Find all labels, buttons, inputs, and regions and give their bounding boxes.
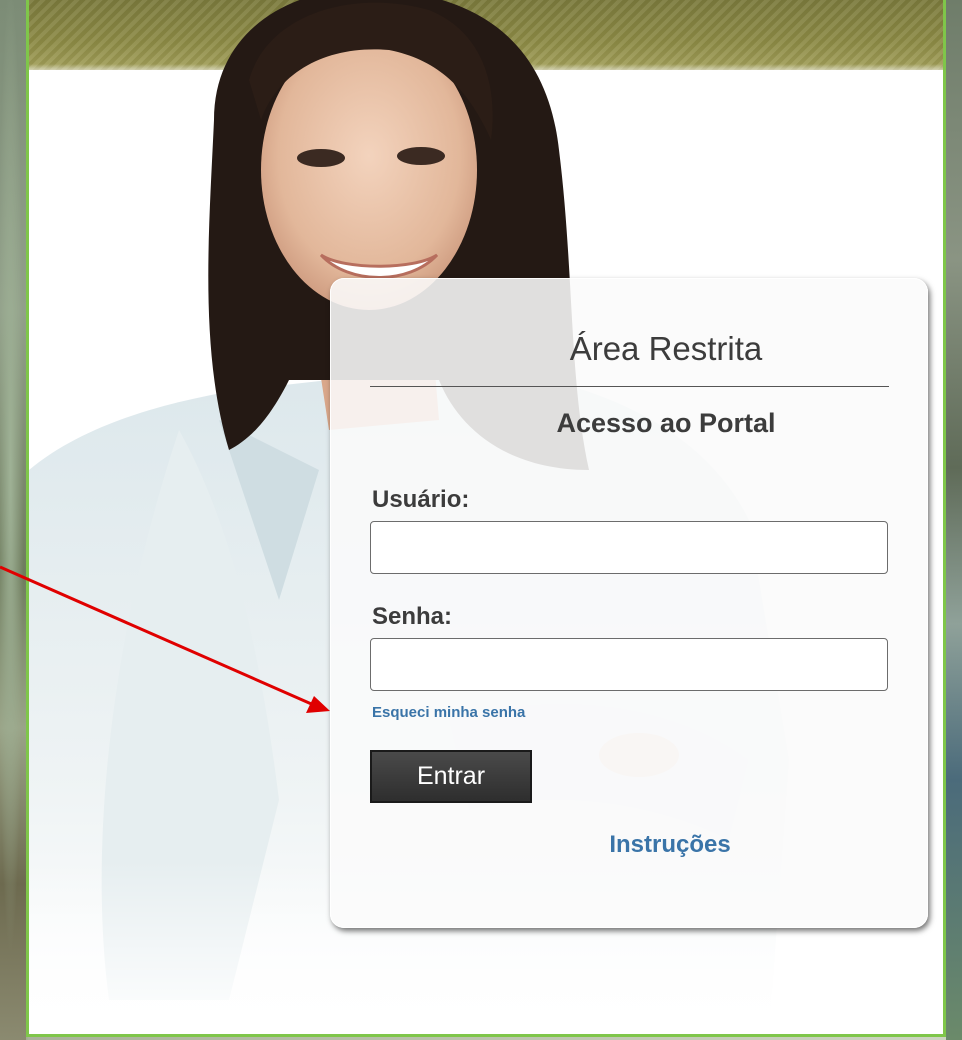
username-input[interactable]: [370, 521, 888, 574]
forgot-password-link[interactable]: Esqueci minha senha: [372, 704, 525, 721]
background-left-scene: [0, 0, 26, 1040]
login-title: Área Restrita: [569, 330, 763, 367]
password-input[interactable]: [370, 638, 888, 691]
instructions-link[interactable]: Instruções: [330, 831, 928, 859]
title-divider: [370, 386, 889, 387]
login-page-frame: Área Restrita Acesso ao Portal Usuário: …: [26, 0, 946, 1037]
login-card: Área Restrita Acesso ao Portal Usuário: …: [330, 278, 928, 928]
submit-button[interactable]: Entrar: [370, 750, 532, 803]
background-right-scene: [946, 0, 962, 1040]
password-label: Senha:: [372, 603, 453, 630]
username-label: Usuário:: [372, 486, 470, 513]
login-subtitle: Acesso ao Portal: [556, 408, 776, 438]
